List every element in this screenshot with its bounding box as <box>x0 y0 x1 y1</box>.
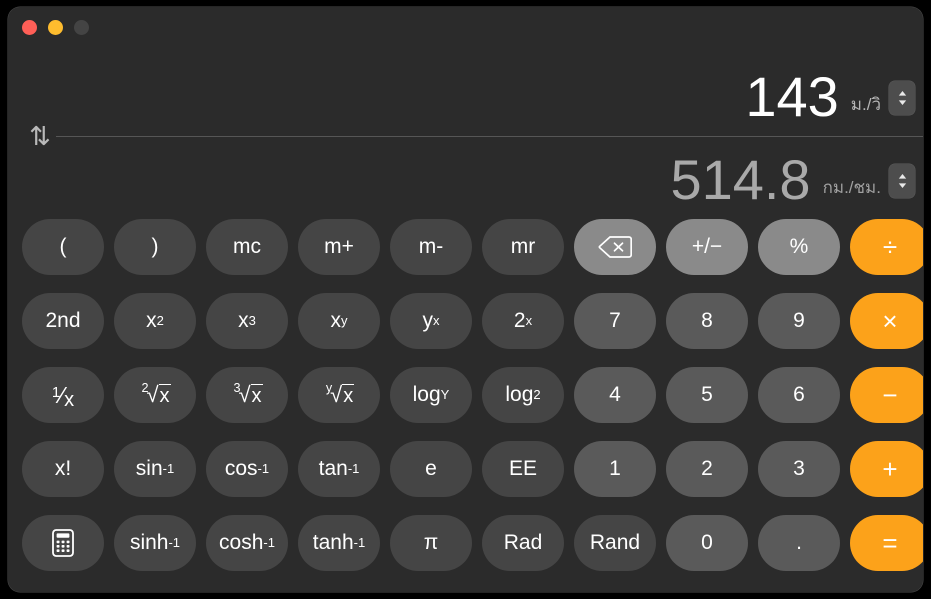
delete-backspace-icon <box>598 236 632 258</box>
conversion-row-bottom: 514.8 กม./ชม. <box>670 141 915 217</box>
display-unit-top: ม./วิ <box>850 94 881 114</box>
key-row-4: x! sin -1 cos -1 tan -1 e EE 1 2 3 + <box>16 441 923 497</box>
display-value-bottom: 514.8 <box>670 147 811 211</box>
titlebar <box>8 7 923 49</box>
key-square-root[interactable]: 2 √x <box>114 367 196 423</box>
key-add[interactable]: + <box>850 441 923 497</box>
display-unit-bottom: กม./ชม. <box>822 177 881 197</box>
key-x-cubed[interactable]: x3 <box>206 293 288 349</box>
unit-stepper-bottom[interactable] <box>889 164 915 198</box>
key-two-to-the-x[interactable]: 2x <box>482 293 564 349</box>
zoom-window-button[interactable] <box>74 20 89 35</box>
key-subtract[interactable]: − <box>850 367 923 423</box>
key-second-functions[interactable]: 2nd <box>22 293 104 349</box>
key-digit-8[interactable]: 8 <box>666 293 748 349</box>
key-close-paren[interactable]: ) <box>114 219 196 275</box>
key-digit-2[interactable]: 2 <box>666 441 748 497</box>
key-basic-calculator-mode[interactable] <box>22 515 104 571</box>
key-digit-6[interactable]: 6 <box>758 367 840 423</box>
key-arcosh[interactable]: cosh -1 <box>206 515 288 571</box>
key-decimal-point[interactable]: . <box>758 515 840 571</box>
key-arctangent[interactable]: tan -1 <box>298 441 380 497</box>
display-divider <box>56 136 923 137</box>
key-arcsine[interactable]: sin -1 <box>114 441 196 497</box>
key-equals[interactable]: = <box>850 515 923 571</box>
key-y-to-the-x[interactable]: yx <box>390 293 472 349</box>
key-memory-recall[interactable]: mr <box>482 219 564 275</box>
key-log-base-y[interactable]: log Y <box>390 367 472 423</box>
key-row-2: 2nd x 2 x 3 x y y x 2 x 7 8 9 × <box>16 293 923 349</box>
key-digit-1[interactable]: 1 <box>574 441 656 497</box>
key-reciprocal[interactable]: 1⁄x <box>22 367 104 423</box>
key-log-base-2[interactable]: log 2 <box>482 367 564 423</box>
key-memory-add[interactable]: m+ <box>298 219 380 275</box>
key-random[interactable]: Rand <box>574 515 656 571</box>
calculator-icon <box>52 529 74 557</box>
key-digit-3[interactable]: 3 <box>758 441 840 497</box>
key-delete[interactable] <box>574 219 656 275</box>
key-factorial[interactable]: x! <box>22 441 104 497</box>
stepper-updown-icon <box>898 91 906 105</box>
key-digit-7[interactable]: 7 <box>574 293 656 349</box>
key-digit-0[interactable]: 0 <box>666 515 748 571</box>
key-memory-clear[interactable]: mc <box>206 219 288 275</box>
key-arsinh[interactable]: sinh -1 <box>114 515 196 571</box>
close-window-button[interactable] <box>22 20 37 35</box>
key-multiply[interactable]: × <box>850 293 923 349</box>
key-digit-9[interactable]: 9 <box>758 293 840 349</box>
key-digit-4[interactable]: 4 <box>574 367 656 423</box>
stepper-updown-icon <box>898 174 906 188</box>
key-cube-root[interactable]: 3 √x <box>206 367 288 423</box>
key-x-squared[interactable]: x2 <box>114 293 196 349</box>
key-percent[interactable]: % <box>758 219 840 275</box>
key-artanh[interactable]: tanh -1 <box>298 515 380 571</box>
key-memory-sub[interactable]: m- <box>390 219 472 275</box>
display-area: ⇅ 143 ม./วิ 514.8 กม./ชม. <box>8 49 923 217</box>
keypad: () mc m+ m-mr +/−% ÷ 2nd x 2 x 3 x y y x 2 x 7 8 9 × 1⁄x 2 √x 3 √… <box>16 219 923 585</box>
key-euler-e[interactable]: e <box>390 441 472 497</box>
key-radians-mode[interactable]: Rad <box>482 515 564 571</box>
key-exponent-ee[interactable]: EE <box>482 441 564 497</box>
display-value-top: 143 <box>745 64 839 128</box>
key-divide[interactable]: ÷ <box>850 219 923 275</box>
key-open-paren[interactable]: ( <box>22 219 104 275</box>
key-nth-root[interactable]: y √x <box>298 367 380 423</box>
key-pi[interactable]: π <box>390 515 472 571</box>
key-arccosine[interactable]: cos -1 <box>206 441 288 497</box>
key-plus-minus[interactable]: +/− <box>666 219 748 275</box>
calculator-window: ⇅ 143 ม./วิ 514.8 กม./ชม. () mc m+ m- mr… <box>8 7 923 592</box>
key-digit-5[interactable]: 5 <box>666 367 748 423</box>
key-row-5: sinh -1 cosh -1 tanh -1 π Rad Rand 0. = <box>16 515 923 571</box>
swap-vertical-icon[interactable]: ⇅ <box>22 120 56 152</box>
key-x-to-the-y[interactable]: xy <box>298 293 380 349</box>
key-row-3: 1⁄x 2 √x 3 √x y √x log Ylog 2 4 5 6− <box>16 367 923 423</box>
conversion-row-top: 143 ม./วิ <box>745 57 915 135</box>
minimize-window-button[interactable] <box>48 20 63 35</box>
key-row-1: () mc m+ m-mr +/−% ÷ <box>16 219 923 275</box>
unit-stepper-top[interactable] <box>889 81 915 115</box>
